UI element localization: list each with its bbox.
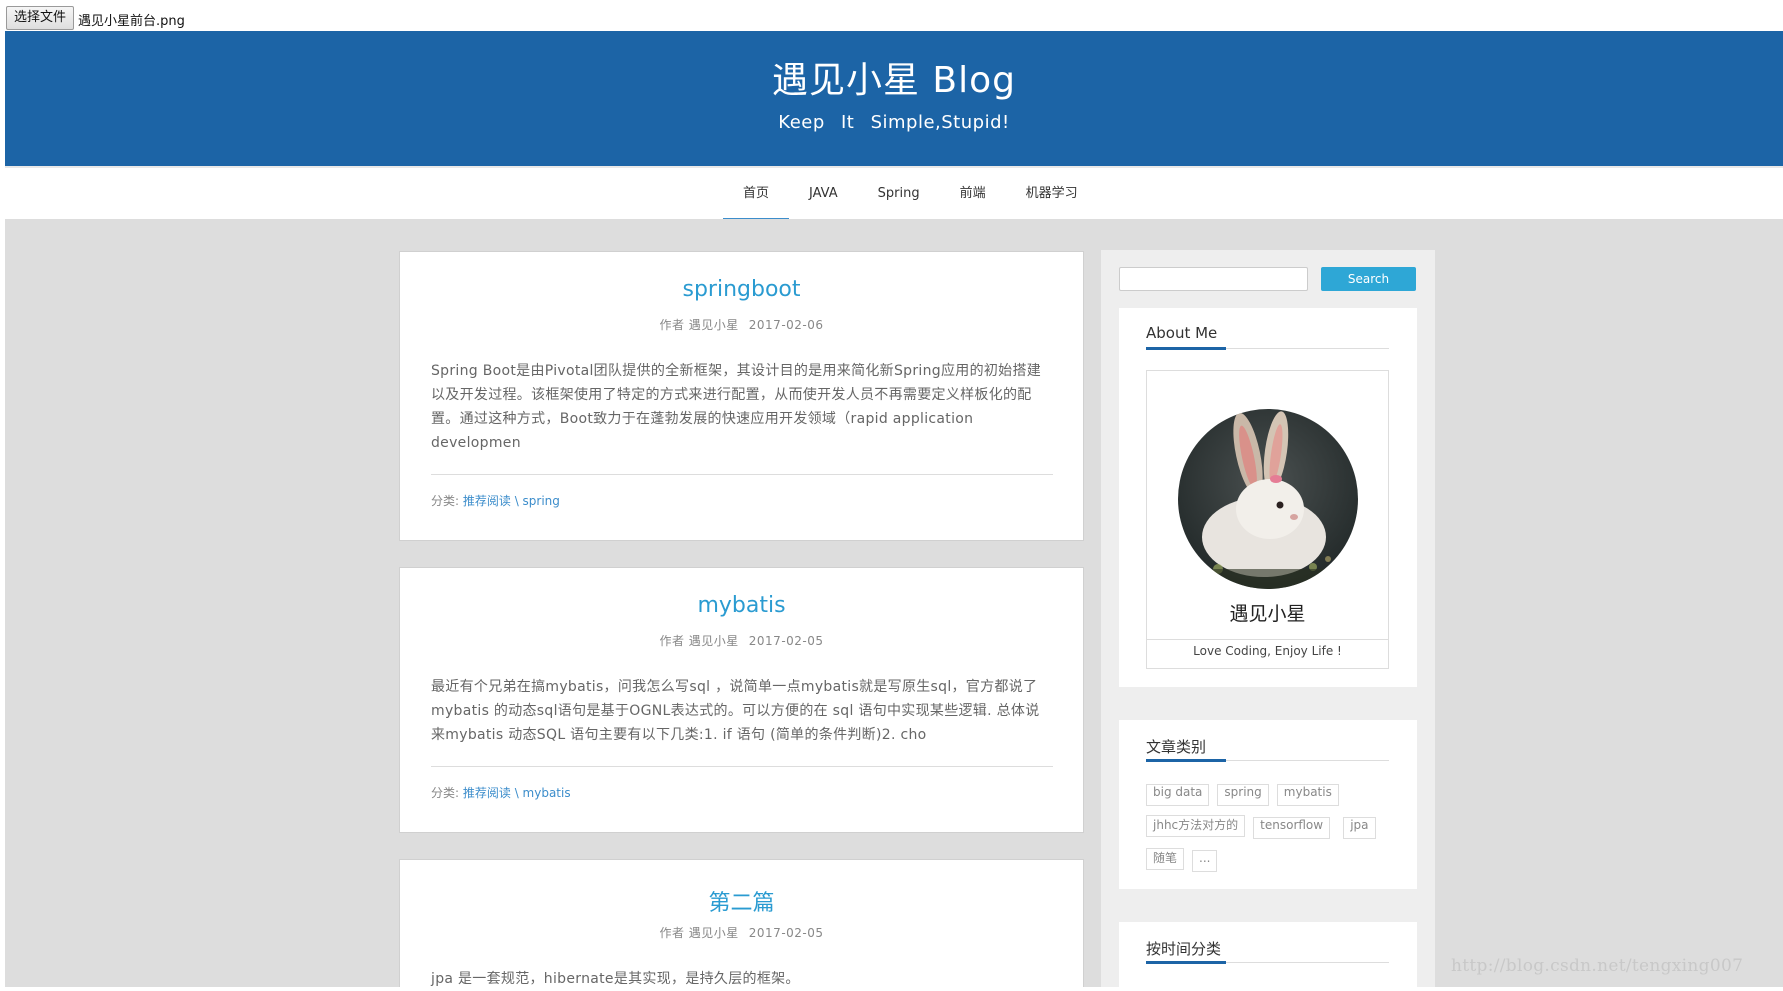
nav-list: 首页 JAVA Spring 前端 机器学习 [723,168,1098,220]
nav-item-java[interactable]: JAVA [789,168,858,219]
profile-card: 遇见小星 Love Coding, Enjoy Life ! [1146,370,1389,669]
post-category-link[interactable]: 推荐阅读 \ mybatis [463,786,571,800]
post-title[interactable]: 第二篇 [400,885,1083,917]
post-author: 作者 遇见小星 [659,926,739,940]
tag-item[interactable]: ... [1192,850,1218,872]
post-date: 2017-02-06 [748,318,824,332]
post-date: 2017-02-05 [748,926,824,940]
post-category-link[interactable]: 推荐阅读 \ spring [463,494,560,508]
profile-motto: Love Coding, Enjoy Life ! [1193,644,1342,658]
post-excerpt: Spring Boot是由Pivotal团队提供的全新框架，其设计目的是用来简化… [431,363,1042,451]
tag-item[interactable]: spring [1217,784,1269,806]
post-meta: 作者 遇见小星 2017-02-06 [400,316,1083,333]
site-subtitle: Keep It Simple,Stupid! [778,112,1010,133]
categories-widget: 文章类别 big data spring mybatis jhhc方法对方的 tens… [1119,720,1417,889]
sidebar: Search About Me 遇见小星 Love Coding, Enjoy … [1101,250,1435,987]
search-button[interactable]: Search [1321,267,1416,291]
rabbit-avatar-icon [1178,409,1358,589]
about-me-widget: About Me 遇见小星 Love Coding, Enjoy Life ! [1119,308,1417,687]
tag-list: big data spring mybatis jhhc方法对方的 tensorflo… [1146,781,1396,880]
categories-title: 文章类别 [1146,738,1207,756]
search-input[interactable] [1119,267,1308,291]
post-card: springboot 作者 遇见小星 2017-02-06 Spring Boot… [399,251,1084,541]
post-category: 分类: 推荐阅读 \ mybatis [431,784,571,801]
avatar [1178,409,1358,589]
post-title[interactable]: mybatis [400,593,1083,618]
post-author: 作者 遇见小星 [659,318,739,332]
file-input-bar: 选择文件 遇见小星前台.png [0,0,1783,31]
post-title[interactable]: springboot [400,277,1083,302]
archive-title: 按时间分类 [1146,940,1222,958]
widget-title-underline [1146,961,1226,964]
about-me-title: About Me [1146,324,1218,342]
archive-widget: 按时间分类 [1119,922,1417,987]
profile-divider [1147,639,1388,640]
post-card: 第二篇 作者 遇见小星 2017-02-05 jpa 是一套规范，hibernat… [399,859,1084,987]
post-date: 2017-02-05 [748,634,824,648]
tag-item[interactable]: tensorflow [1253,817,1331,839]
main-nav: 首页 JAVA Spring 前端 机器学习 [5,166,1783,220]
post-meta: 作者 遇见小星 2017-02-05 [400,632,1083,649]
post-category-label: 分类: [431,786,460,800]
post-card: mybatis 作者 遇见小星 2017-02-05 最近有个兄弟在搞mybati… [399,567,1084,833]
nav-item-frontend[interactable]: 前端 [940,168,1006,219]
post-divider [431,766,1053,767]
site-header: 遇见小星 Blog Keep It Simple,Stupid! [5,31,1783,166]
tag-item[interactable]: mybatis [1276,784,1339,806]
nav-item-machine-learning[interactable]: 机器学习 [1006,168,1098,219]
tag-item[interactable]: jhhc方法对方的 [1146,815,1246,837]
nav-item-home[interactable]: 首页 [723,168,790,220]
tag-item[interactable]: big data [1146,784,1210,806]
tag-item[interactable]: 随笔 [1146,848,1185,870]
nav-item-spring[interactable]: Spring [858,168,940,219]
file-name-label: 遇见小星前台.png [78,14,185,29]
post-divider [431,474,1053,475]
widget-title-underline [1146,759,1226,762]
watermark: http://blog.csdn.net/tengxing007 [1451,956,1744,976]
post-excerpt: jpa 是一套规范，hibernate是其实现，是持久层的框架。 [431,971,800,987]
profile-name: 遇见小星 [1229,603,1306,625]
post-meta: 作者 遇见小星 2017-02-05 [400,924,1083,941]
post-excerpt: 最近有个兄弟在搞mybatis，问我怎么写sql ，说简单一点mybatis就是… [431,679,1040,743]
widget-title-underline [1146,347,1226,350]
post-author: 作者 遇见小星 [659,634,739,648]
choose-file-button[interactable]: 选择文件 [6,6,75,30]
post-category: 分类: 推荐阅读 \ spring [431,492,560,509]
tag-item[interactable]: jpa [1343,817,1376,839]
site-title[interactable]: 遇见小星 Blog [5,51,1783,103]
post-category-label: 分类: [431,494,460,508]
